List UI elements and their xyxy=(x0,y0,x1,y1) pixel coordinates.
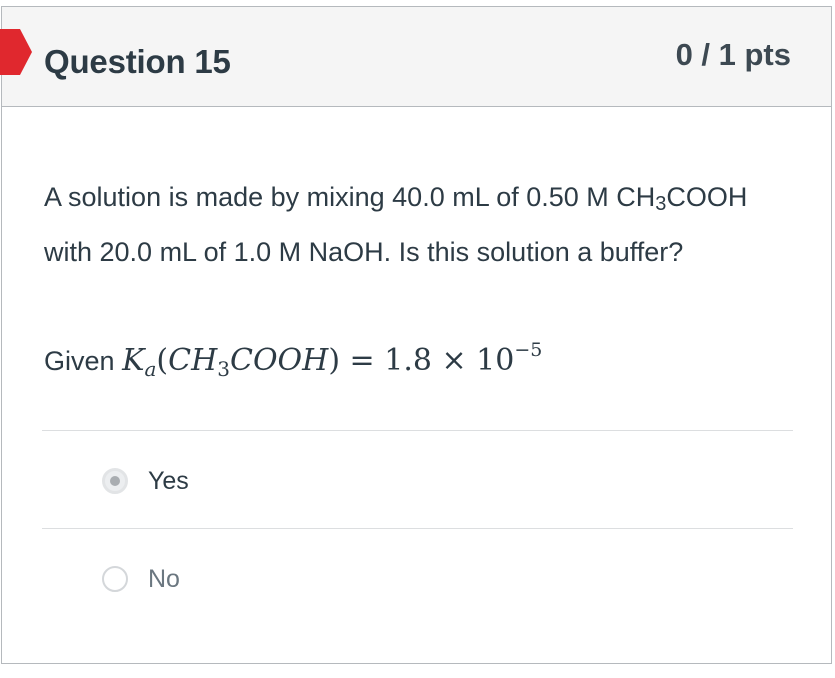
answer-option-no[interactable]: No xyxy=(102,563,180,595)
question-title: Question 15 xyxy=(44,43,231,80)
question-card: Question 15 0 / 1 pts A solution is made… xyxy=(0,6,832,664)
answers-divider-middle xyxy=(42,528,793,529)
ka-formula: Ka(CH3COOH) = 1.8 × 10−5 xyxy=(122,339,543,381)
answer-label-no: No xyxy=(148,564,180,593)
radio-yes[interactable] xyxy=(102,468,128,494)
answer-option-yes[interactable]: Yes xyxy=(102,465,189,497)
answers-divider-top xyxy=(42,430,793,431)
question-header: Question 15 0 / 1 pts xyxy=(0,7,831,107)
answer-label-yes: Yes xyxy=(148,466,189,495)
points-score: 0 / 1 pts xyxy=(675,37,791,72)
incorrect-flag-icon xyxy=(0,29,32,75)
radio-no[interactable] xyxy=(102,566,128,592)
question-text: A solution is made by mixing 40.0 mL of … xyxy=(44,182,748,267)
given-statement: Given Ka(CH3COOH) = 1.8 × 10−5 xyxy=(44,339,542,381)
given-prefix: Given xyxy=(44,346,115,376)
